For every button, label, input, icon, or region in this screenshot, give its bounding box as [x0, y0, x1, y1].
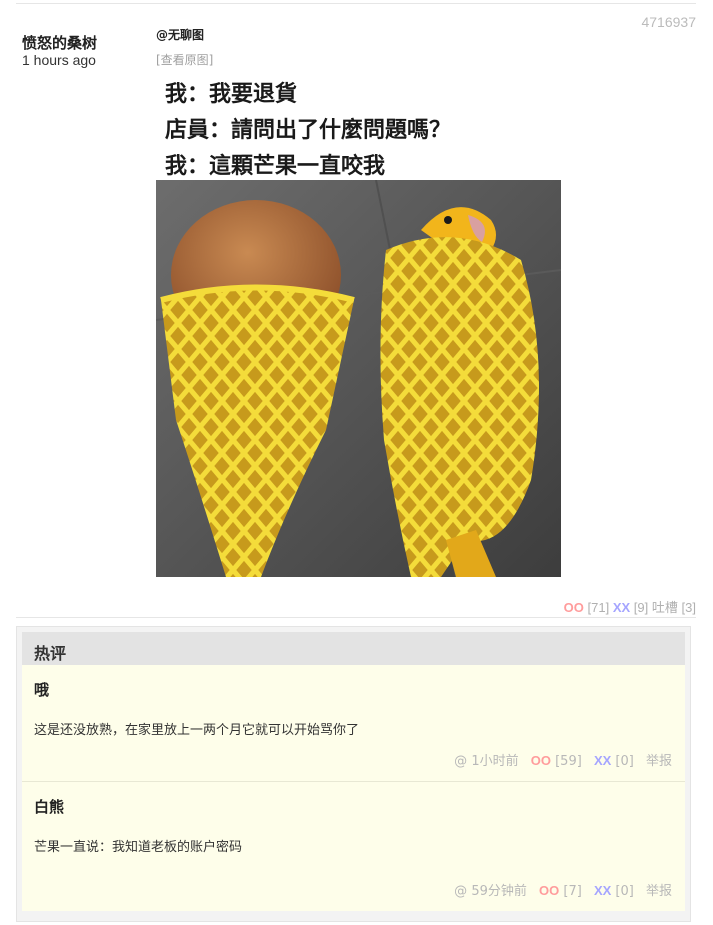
- caption-line: 我：這顆芒果一直咬我: [165, 154, 386, 179]
- caption-line: 我：我要退貨: [165, 82, 298, 107]
- comment-text: 这是还没放熟，在家里放上一两个月它就可以开始骂你了: [34, 723, 360, 738]
- reply-at-button[interactable]: @: [454, 884, 467, 899]
- comment-text: 芒果一直说：我知道老板的账户密码: [34, 840, 243, 855]
- mention-tag: @无聊图: [156, 28, 205, 42]
- post-image[interactable]: 我：我要退貨 店員：請問出了什麼問題嗎？ 我：這顆芒果一直咬我: [156, 68, 561, 577]
- post-author: 愤怒的桑树: [22, 34, 98, 52]
- post-xx-count: [9]: [633, 600, 649, 615]
- comment-oo-button[interactable]: OO: [539, 883, 559, 898]
- post-tucao-link[interactable]: 吐槽: [652, 600, 678, 615]
- comment-xx-button[interactable]: XX: [594, 883, 611, 898]
- comment-meta: @ 1小时前 OO [59] XX [0] 举报: [454, 750, 672, 769]
- hot-comment: 白熊 芒果一直说：我知道老板的账户密码 @ 59分钟前 OO [7] XX [0…: [22, 782, 685, 911]
- post-tucao-count: [3]: [681, 600, 696, 615]
- comment-oo-button[interactable]: OO: [531, 753, 551, 768]
- mango-parrot-photo: [156, 180, 561, 577]
- comment-report-link[interactable]: 举报: [646, 884, 672, 899]
- hot-comments-title: 热评: [34, 644, 67, 663]
- reply-at-button[interactable]: @: [454, 754, 467, 769]
- comment-xx-count: [0]: [615, 754, 634, 769]
- post-divider: [16, 617, 696, 618]
- comment-oo-count: [7]: [563, 884, 582, 899]
- comment-xx-count: [0]: [615, 884, 634, 899]
- comment-author: 哦: [34, 681, 50, 699]
- post-time: 1 hours ago: [22, 52, 96, 68]
- post-vote-bar: OO [71] XX [9] 吐槽 [3]: [564, 597, 696, 616]
- comment-time: 59分钟前: [471, 884, 527, 899]
- comment-report-link[interactable]: 举报: [646, 754, 672, 769]
- hot-comments-header: 热评: [22, 632, 685, 665]
- comment-oo-count: [59]: [555, 754, 582, 769]
- comment-meta: @ 59分钟前 OO [7] XX [0] 举报: [454, 880, 672, 899]
- view-original-link[interactable]: [查看原图]: [156, 51, 213, 68]
- post-oo-count: [71]: [587, 600, 610, 615]
- comment-author: 白熊: [34, 798, 65, 816]
- post-xx-button[interactable]: XX: [613, 600, 630, 615]
- hot-comments-panel: 热评 哦 这是还没放熟，在家里放上一两个月它就可以开始骂你了 @ 1小时前 OO…: [16, 626, 691, 922]
- post-id[interactable]: 4716937: [641, 14, 696, 30]
- post-oo-button[interactable]: OO: [564, 600, 584, 615]
- hot-comment: 哦 这是还没放熟，在家里放上一两个月它就可以开始骂你了 @ 1小时前 OO [5…: [22, 665, 685, 781]
- top-divider: [16, 3, 696, 4]
- caption-line: 店員：請問出了什麼問題嗎？: [165, 118, 452, 143]
- comment-xx-button[interactable]: XX: [594, 753, 611, 768]
- image-caption: 我：我要退貨 店員：請問出了什麼問題嗎？ 我：這顆芒果一直咬我: [156, 68, 561, 180]
- comment-time: 1小时前: [471, 754, 519, 769]
